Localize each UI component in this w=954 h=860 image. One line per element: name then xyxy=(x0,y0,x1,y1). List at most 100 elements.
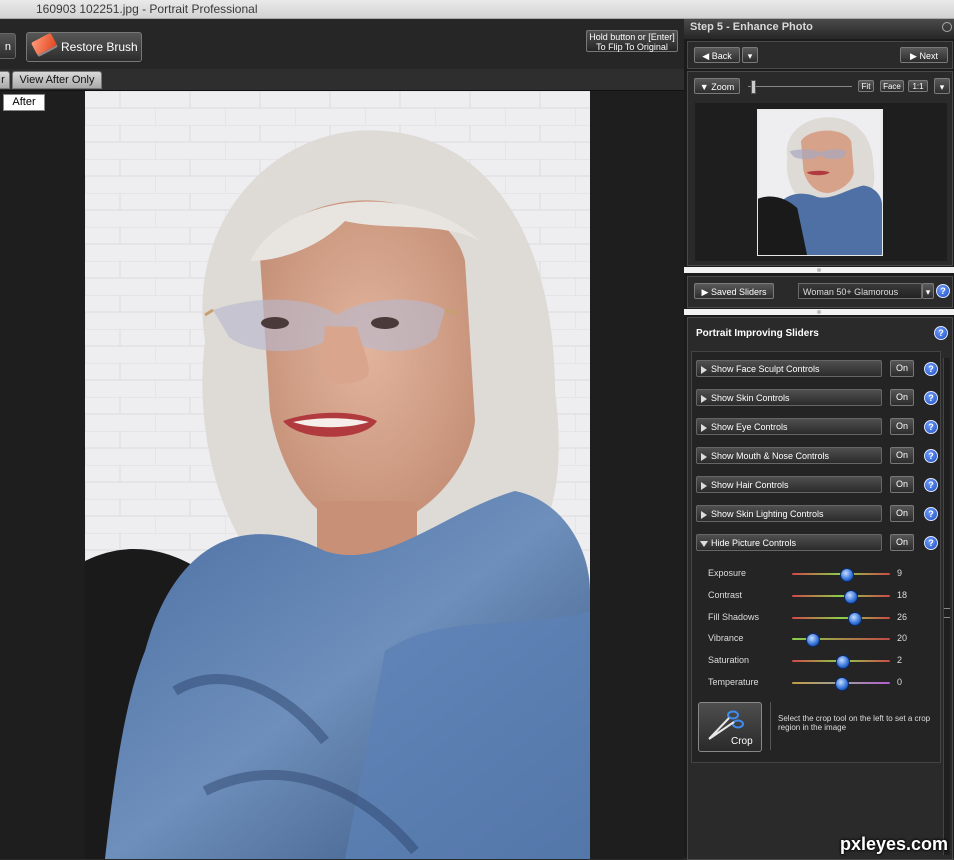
flip-to-original-button[interactable]: Hold button or [Enter] To Flip To Origin… xyxy=(586,30,678,52)
hair-on-button[interactable]: On xyxy=(890,476,914,493)
slider-knob[interactable] xyxy=(843,590,858,604)
help-icon[interactable]: ? xyxy=(924,391,938,405)
slider-track[interactable] xyxy=(792,595,890,597)
skin-on-button[interactable]: On xyxy=(890,389,914,406)
slider-track[interactable] xyxy=(792,617,890,619)
tab-truncated[interactable]: r xyxy=(0,71,10,89)
picture-on-button[interactable]: On xyxy=(890,534,914,551)
triangle-right-icon xyxy=(701,395,707,403)
window-title: 160903 102251.jpg - Portrait Professiona… xyxy=(36,2,258,16)
help-icon[interactable]: ? xyxy=(934,326,948,340)
face-sculpt-on-button[interactable]: On xyxy=(890,360,914,377)
editor-area: n Restore Brush Hold button or [Enter] T… xyxy=(0,19,684,859)
sliders-scrollbar[interactable] xyxy=(943,358,950,855)
watermark: pxleyes.com xyxy=(840,834,949,854)
saved-sliders-panel: ▶ Saved Sliders Woman 50+ Glamorous ▾ ? xyxy=(687,276,953,308)
toggle-eye-button[interactable]: Show Eye Controls xyxy=(696,418,882,435)
restore-brush-button[interactable]: Restore Brush xyxy=(26,32,142,62)
slider-knob[interactable] xyxy=(835,677,849,691)
help-icon[interactable]: ? xyxy=(924,420,938,434)
help-icon[interactable]: ? xyxy=(924,478,938,492)
zoom-dropdown-button[interactable]: ▾ xyxy=(934,78,950,94)
toggle-mouth-nose-button[interactable]: Show Mouth & Nose Controls xyxy=(696,447,882,464)
slider-knob[interactable] xyxy=(835,655,850,669)
tab-view-after-only[interactable]: View After Only xyxy=(12,71,102,89)
restore-brush-label: Restore Brush xyxy=(61,40,138,54)
slider-knob[interactable] xyxy=(805,633,820,647)
mouth-nose-on-button[interactable]: On xyxy=(890,447,914,464)
divider-handle-icon xyxy=(817,268,821,272)
section-row-skin-lighting: Show Skin Lighting Controls On ? xyxy=(696,504,940,524)
eraser-icon xyxy=(31,32,57,56)
saved-sliders-button[interactable]: ▶ Saved Sliders xyxy=(694,283,774,299)
chevron-down-icon: ▾ xyxy=(939,82,945,92)
back-label: Back xyxy=(711,51,732,61)
slider-label: Saturation xyxy=(708,655,750,665)
triangle-down-icon xyxy=(700,541,708,547)
crop-button[interactable]: Crop xyxy=(698,702,762,752)
slider-contrast: Contrast 18 xyxy=(692,588,940,604)
zoom-fit-button[interactable]: Fit xyxy=(858,80,874,92)
slider-knob[interactable] xyxy=(839,568,854,582)
slider-label: Temperature xyxy=(708,677,759,687)
skin-lighting-on-button[interactable]: On xyxy=(890,505,914,522)
zoom-1-1-button[interactable]: 1:1 xyxy=(908,80,928,92)
photo-canvas[interactable]: After xyxy=(0,90,684,859)
zoom-slider-knob[interactable] xyxy=(751,80,757,94)
toggle-skin-button[interactable]: Show Skin Controls xyxy=(696,389,882,406)
toggle-hair-button[interactable]: Show Hair Controls xyxy=(696,476,882,493)
slider-fill-shadows: Fill Shadows 26 xyxy=(692,610,940,626)
section-label: Show Mouth & Nose Controls xyxy=(711,451,830,461)
slider-saturation: Saturation 2 xyxy=(692,653,940,669)
help-icon[interactable]: ? xyxy=(924,362,938,376)
help-icon[interactable]: ? xyxy=(924,449,938,463)
slider-knob[interactable] xyxy=(847,612,862,626)
preset-select[interactable]: Woman 50+ Glamorous xyxy=(798,283,922,299)
toolbar: n Restore Brush Hold button or [Enter] T… xyxy=(0,19,684,69)
help-icon[interactable]: ? xyxy=(936,284,950,298)
slider-value: 0 xyxy=(897,677,903,687)
triangle-right-icon xyxy=(701,424,707,432)
sliders-list: Show Face Sculpt Controls On ? Show Skin… xyxy=(691,351,941,763)
slider-label: Contrast xyxy=(708,590,743,600)
zoom-slider-track[interactable] xyxy=(748,86,852,87)
navigator-preview[interactable] xyxy=(695,103,947,261)
section-row-hair: Show Hair Controls On ? xyxy=(696,475,940,495)
triangle-right-icon: ▶ xyxy=(701,287,711,297)
control-panel: Step 5 - Enhance Photo ◀ Back ▾ ▶ Next ▼… xyxy=(684,19,954,860)
back-arrow-icon: ◀ xyxy=(702,51,712,61)
zoom-panel: ▼ Zoom Fit Face 1:1 ▾ xyxy=(687,71,953,266)
panel-divider[interactable] xyxy=(684,267,954,273)
section-label: Show Skin Lighting Controls xyxy=(711,509,824,519)
next-button[interactable]: ▶ Next xyxy=(900,47,948,63)
zoom-face-button[interactable]: Face xyxy=(880,80,904,92)
help-icon[interactable]: ? xyxy=(924,507,938,521)
preset-dropdown-button[interactable]: ▾ xyxy=(922,283,934,299)
navigation-panel: ◀ Back ▾ ▶ Next xyxy=(687,41,953,69)
gear-icon[interactable] xyxy=(942,22,952,32)
slider-value: 20 xyxy=(897,633,908,643)
help-icon[interactable]: ? xyxy=(924,536,938,550)
back-button[interactable]: ◀ Back xyxy=(694,47,740,63)
navigator-thumbnail[interactable] xyxy=(757,109,883,256)
slider-value: 9 xyxy=(897,568,903,578)
back-dropdown-button[interactable]: ▾ xyxy=(742,47,758,63)
step-header: Step 5 - Enhance Photo xyxy=(684,19,954,39)
slider-value: 18 xyxy=(897,590,908,600)
toggle-picture-button[interactable]: Hide Picture Controls xyxy=(696,534,882,551)
panel-divider[interactable] xyxy=(684,309,954,315)
portrait-photo[interactable] xyxy=(85,91,590,859)
step-title: Step 5 - Enhance Photo xyxy=(690,21,813,33)
slider-label: Fill Shadows xyxy=(708,612,760,622)
slider-vibrance: Vibrance 20 xyxy=(692,631,940,647)
toggle-skin-lighting-button[interactable]: Show Skin Lighting Controls xyxy=(696,505,882,522)
section-label: Show Face Sculpt Controls xyxy=(711,364,820,374)
zoom-toggle-button[interactable]: ▼ Zoom xyxy=(694,78,740,94)
section-row-face-sculpt: Show Face Sculpt Controls On ? xyxy=(696,359,940,379)
panel-title: Portrait Improving Sliders xyxy=(696,328,819,339)
portrait-sliders-panel: Portrait Improving Sliders ? Show Face S… xyxy=(687,317,953,860)
toggle-face-sculpt-button[interactable]: Show Face Sculpt Controls xyxy=(696,360,882,377)
scrollbar-grip-icon[interactable] xyxy=(944,608,950,618)
eye-on-button[interactable]: On xyxy=(890,418,914,435)
truncated-tool-button[interactable]: n xyxy=(0,33,16,59)
